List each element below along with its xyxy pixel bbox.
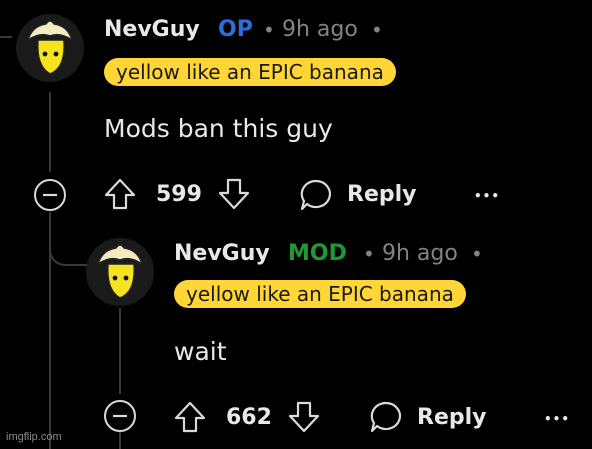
banana-avatar-icon-reply[interactable] [86, 238, 154, 306]
imgflip-watermark: imgflip.com [6, 431, 62, 443]
meta-separator: • [263, 18, 275, 42]
thread-line-top [0, 36, 12, 38]
reply-button[interactable]: Reply [417, 405, 487, 431]
meta-separator: • [363, 242, 375, 266]
vote-count: 662 [226, 405, 272, 430]
comment-timestamp[interactable]: 9h ago [282, 17, 358, 43]
meta-separator-trailing: • [371, 18, 383, 42]
upvote-arrow-icon[interactable] [173, 400, 207, 434]
thread-branch-curve [49, 212, 87, 266]
comment-username[interactable]: NevGuy [104, 17, 200, 43]
op-badge: OP [218, 17, 253, 42]
speech-bubble-icon[interactable] [368, 399, 404, 435]
thread-line-reply-lower [119, 432, 121, 449]
reply-body: wait [174, 337, 227, 366]
mod-badge: MOD [288, 241, 347, 266]
comment-body: Mods ban this guy [104, 114, 333, 143]
vote-count: 599 [156, 182, 202, 207]
speech-bubble-icon[interactable] [298, 177, 334, 213]
thread-line-reply [119, 308, 121, 394]
more-options-button[interactable]: ••• [544, 409, 570, 429]
collapse-minus-icon[interactable] [102, 398, 138, 434]
upvote-arrow-icon[interactable] [103, 177, 137, 211]
downvote-arrow-icon[interactable] [217, 177, 251, 211]
user-flair: yellow like an EPIC banana [104, 58, 396, 86]
downvote-arrow-icon[interactable] [287, 400, 321, 434]
meta-separator-trailing: • [471, 242, 483, 266]
reply-timestamp[interactable]: 9h ago [382, 241, 458, 267]
reply-username[interactable]: NevGuy [174, 241, 270, 267]
banana-avatar-icon[interactable] [16, 14, 84, 82]
reply-button[interactable]: Reply [347, 182, 417, 208]
more-options-button[interactable]: ••• [474, 186, 500, 206]
thread-line-main [49, 92, 51, 172]
user-flair: yellow like an EPIC banana [174, 280, 466, 308]
collapse-minus-icon[interactable] [32, 177, 68, 213]
